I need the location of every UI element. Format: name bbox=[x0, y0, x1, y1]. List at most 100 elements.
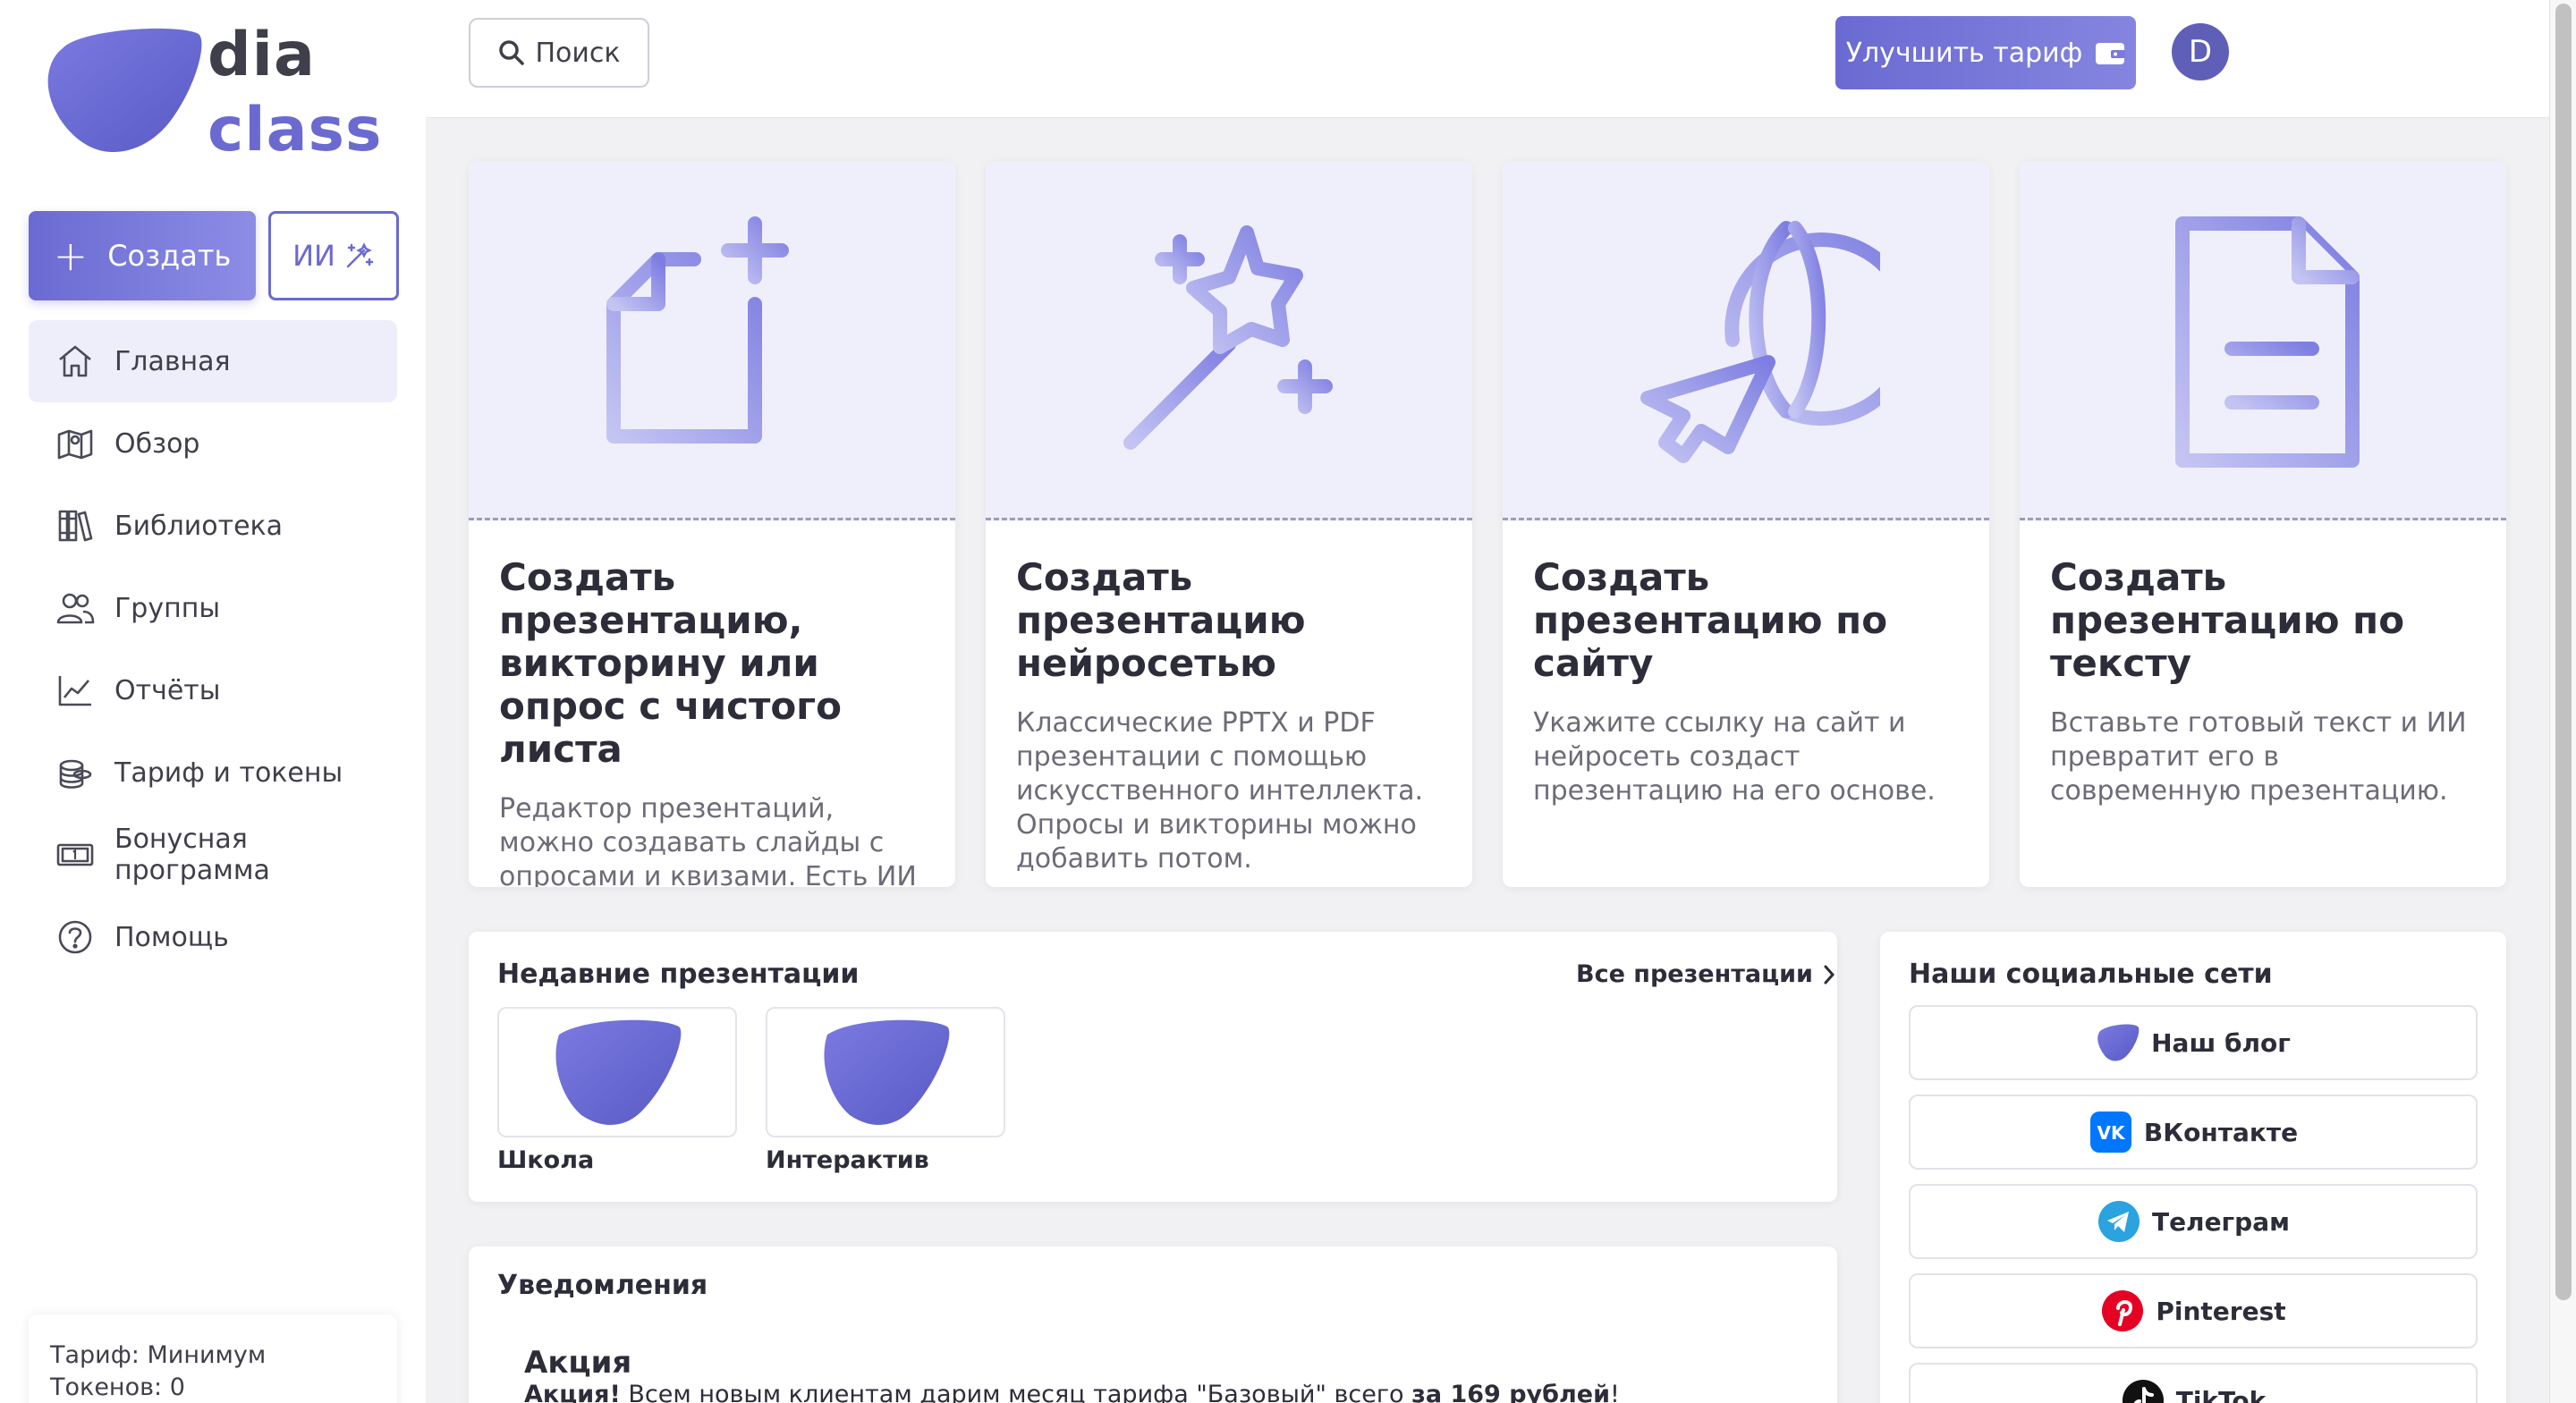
sidebar-item-bonus[interactable]: Бонусная программа bbox=[29, 814, 397, 896]
social-tiktok-button[interactable]: TikTok bbox=[1909, 1363, 2478, 1403]
card-description: Вставьте готовый текст и ИИ превратит ег… bbox=[2050, 707, 2467, 807]
card-title: Создать презентацию по сайту bbox=[1533, 555, 1888, 685]
social-label: TikTok bbox=[2175, 1385, 2267, 1403]
social-label: Телеграм bbox=[2151, 1206, 2291, 1237]
sidebar-item-label: Бонусная программа bbox=[114, 824, 270, 886]
sidebar: dia class + Создать ИИ Главная Обзор Биб… bbox=[0, 0, 426, 1403]
new-file-icon bbox=[606, 216, 789, 444]
page-scrollbar[interactable] bbox=[2549, 0, 2576, 1403]
scrollbar-thumb[interactable] bbox=[2555, 4, 2572, 1300]
upgrade-plan-button[interactable]: Улучшить тариф bbox=[1835, 16, 2136, 89]
globe-cursor-icon bbox=[1640, 220, 1880, 463]
social-pinterest-button[interactable]: Pinterest bbox=[1909, 1273, 2478, 1348]
sidebar-item-help[interactable]: Помощь bbox=[29, 896, 397, 978]
sidebar-item-home[interactable]: Главная bbox=[29, 320, 397, 402]
plus-icon: + bbox=[53, 232, 89, 280]
notifications-title: Уведомления bbox=[497, 1270, 708, 1301]
chevron-right-icon bbox=[1824, 965, 1835, 984]
presentation-title[interactable]: Интерактив bbox=[766, 1146, 929, 1174]
document-icon bbox=[2175, 216, 2360, 468]
notification-body: Всем новым клиентам дарим месяц тарифа "… bbox=[620, 1381, 1412, 1403]
svg-text:VK: VK bbox=[2097, 1122, 2125, 1144]
tariff-summary: Тариф: Минимум Токенов: 0 bbox=[29, 1314, 397, 1403]
ai-button[interactable]: ИИ bbox=[268, 211, 399, 300]
ai-button-label: ИИ bbox=[292, 239, 335, 273]
chart-icon bbox=[58, 676, 91, 706]
card-description: Классические PPTX и PDF презентации с по… bbox=[1016, 707, 1424, 875]
bonus-icon bbox=[56, 843, 94, 866]
logo-text-dia: dia bbox=[208, 20, 316, 90]
sidebar-item-label: Помощь bbox=[114, 921, 229, 953]
notification-end: ! bbox=[1610, 1381, 1620, 1403]
notification-text: Акция! Всем новым клиентам дарим месяц т… bbox=[524, 1381, 1620, 1403]
sidebar-nav: Главная Обзор Библиотека Группы Отчёты Т… bbox=[29, 320, 397, 978]
notification-bold: Акция! bbox=[524, 1381, 621, 1403]
users-icon bbox=[56, 593, 95, 624]
notification-heading: Акция bbox=[524, 1345, 632, 1381]
card-title: Создать презентацию, викторину или опрос… bbox=[499, 555, 842, 771]
all-presentations-link[interactable]: Все презентации bbox=[1576, 960, 1836, 988]
notifications-panel: Уведомления Акция Акция! Всем новым клие… bbox=[469, 1247, 1837, 1403]
create-row: + Создать ИИ bbox=[29, 211, 399, 300]
presentation-thumbnail[interactable] bbox=[497, 1007, 737, 1137]
sidebar-item-groups[interactable]: Группы bbox=[29, 567, 397, 649]
help-icon bbox=[58, 920, 92, 954]
logo[interactable]: dia class bbox=[45, 20, 385, 163]
social-label: Pinterest bbox=[2156, 1296, 2286, 1326]
diaclass-logo-icon bbox=[2097, 1024, 2140, 1061]
magic-wand-icon bbox=[346, 242, 374, 268]
map-icon bbox=[57, 429, 93, 460]
wallet-icon bbox=[2096, 43, 2126, 64]
social-blog-button[interactable]: Наш блог bbox=[1909, 1005, 2478, 1080]
sidebar-item-tariff[interactable]: Тариф и токены bbox=[29, 731, 397, 814]
all-presentations-label: Все презентации bbox=[1576, 960, 1813, 988]
social-label: Наш блог bbox=[2151, 1027, 2291, 1058]
card-art bbox=[469, 161, 955, 520]
recent-presentations-panel: Недавние презентации Все презентации Шко… bbox=[469, 932, 1837, 1202]
presentation-blob-icon bbox=[824, 1019, 950, 1125]
sidebar-item-label: Тариф и токены bbox=[114, 756, 343, 789]
pinterest-icon bbox=[2102, 1290, 2144, 1331]
card-art bbox=[986, 161, 1472, 520]
card-site-presentation[interactable]: Создать презентацию по сайту Укажите ссы… bbox=[1503, 161, 1989, 887]
card-description: Укажите ссылку на сайт и нейросеть созда… bbox=[1533, 707, 1936, 807]
magic-wand-icon bbox=[1123, 224, 1333, 450]
sidebar-item-label: Главная bbox=[114, 345, 231, 377]
social-label: ВКонтакте bbox=[2143, 1117, 2299, 1147]
notification-price: за 169 рублей bbox=[1411, 1381, 1610, 1403]
card-ai-presentation[interactable]: Создать презентацию нейросетью Классичес… bbox=[986, 161, 1472, 887]
sidebar-item-library[interactable]: Библиотека bbox=[29, 485, 397, 567]
create-button-label: Создать bbox=[107, 239, 232, 273]
home-icon bbox=[59, 345, 91, 377]
card-blank-presentation[interactable]: Создать презентацию, викторину или опрос… bbox=[469, 161, 955, 887]
social-title: Наши социальные сети bbox=[1909, 959, 2273, 990]
search-icon bbox=[499, 40, 525, 65]
sidebar-item-overview[interactable]: Обзор bbox=[29, 402, 397, 485]
library-icon bbox=[58, 510, 93, 542]
social-vk-button[interactable]: VK ВКонтакте bbox=[1909, 1095, 2478, 1170]
sidebar-item-reports[interactable]: Отчёты bbox=[29, 649, 397, 731]
search-button[interactable]: Поиск bbox=[469, 18, 649, 88]
presentation-thumbnail[interactable] bbox=[766, 1007, 1005, 1137]
logo-text-class: class bbox=[208, 95, 383, 165]
card-title: Создать презентацию по тексту bbox=[2050, 555, 2405, 685]
telegram-icon bbox=[2097, 1201, 2140, 1242]
card-description: Редактор презентаций, можно создавать сл… bbox=[499, 793, 917, 887]
presentation-title[interactable]: Школа bbox=[497, 1146, 594, 1174]
card-title: Создать презентацию нейросетью bbox=[1016, 555, 1306, 685]
avatar[interactable]: D bbox=[2172, 23, 2229, 80]
sidebar-item-label: Обзор bbox=[114, 427, 200, 460]
card-text-presentation[interactable]: Создать презентацию по тексту Вставьте г… bbox=[2020, 161, 2506, 887]
sidebar-item-label: Отчёты bbox=[114, 674, 221, 706]
create-button[interactable]: + Создать bbox=[29, 211, 256, 300]
search-button-label: Поиск bbox=[535, 37, 621, 69]
upgrade-plan-label: Улучшить тариф bbox=[1845, 37, 2083, 69]
card-art bbox=[2020, 161, 2506, 520]
vk-icon: VK bbox=[2089, 1111, 2131, 1153]
social-panel: Наши социальные сети Наш блог VK ВКонтак… bbox=[1880, 932, 2506, 1403]
tokens-label: Токенов: 0 bbox=[50, 1373, 185, 1401]
social-telegram-button[interactable]: Телеграм bbox=[1909, 1184, 2478, 1259]
presentation-blob-icon bbox=[555, 1019, 682, 1125]
topbar: Поиск Улучшить тариф D bbox=[426, 0, 2549, 118]
tiktok-icon bbox=[2122, 1380, 2164, 1403]
